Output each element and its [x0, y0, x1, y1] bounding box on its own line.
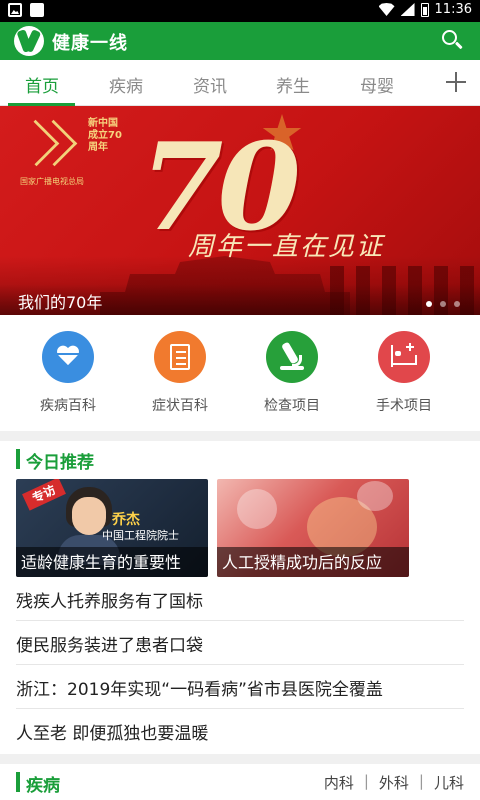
recommend-card[interactable]: 人工授精成功后的反应	[217, 479, 409, 577]
emblem-text: 新中国成立70周年	[88, 118, 122, 153]
carousel-dot[interactable]	[426, 301, 432, 307]
app-header: 健康一线	[0, 22, 480, 60]
news-title: 人至老 即便孤独也要温暖	[16, 724, 209, 744]
disease-section-header: 疾病 内科 | 外科 | 儿科	[0, 764, 480, 800]
wifi-icon	[378, 3, 395, 16]
quick-entries: 疾病百科 症状百科 检查项目 手术项目	[0, 315, 480, 431]
app-title: 健康一线	[52, 33, 128, 54]
section-divider	[0, 431, 480, 441]
entry-label: 症状百科	[152, 398, 208, 414]
banner-caption: 我们的70年	[18, 293, 103, 312]
tab-wellness[interactable]: 养生	[263, 72, 323, 97]
entry-label: 疾病百科	[40, 398, 96, 414]
signal-icon	[400, 3, 415, 16]
section-title: 今日推荐	[26, 453, 94, 473]
entry-label: 手术项目	[376, 398, 432, 414]
status-bar: 11:36	[0, 0, 480, 22]
search-icon[interactable]	[440, 28, 464, 52]
app-logo-icon	[14, 26, 44, 56]
status-time: 11:36	[434, 2, 472, 17]
tab-disease[interactable]: 疾病	[96, 72, 156, 97]
recommend-section-header: 今日推荐	[0, 441, 480, 477]
card-title: 人工授精成功后的反应	[222, 553, 383, 572]
app-notification-icon	[30, 3, 44, 17]
news-title: 残疾人托养服务有了国标	[16, 592, 203, 612]
tab-home[interactable]: 首页	[12, 72, 72, 97]
link-internal-medicine[interactable]: 内科	[324, 772, 354, 793]
category-tabs: 首页 疾病 资讯 养生 母婴	[0, 60, 480, 106]
tab-maternal[interactable]: 母婴	[347, 72, 407, 97]
anniversary-emblem: 新中国成立70周年 国家广播电视总局	[10, 114, 122, 186]
gallery-notification-icon	[8, 3, 22, 17]
card-title: 适龄健康生育的重要性	[21, 553, 182, 572]
section-title: 疾病	[26, 776, 60, 796]
person-name: 乔杰	[112, 512, 140, 528]
news-title: 便民服务装进了患者口袋	[16, 636, 203, 656]
banner-carousel[interactable]: 新中国成立70周年 国家广播电视总局 70 周年一直在见证 我们的70年	[0, 106, 480, 315]
hospital-bed-icon	[378, 331, 430, 383]
section-divider	[0, 754, 480, 764]
disease-category-links: 内科 | 外科 | 儿科	[323, 772, 464, 793]
clipboard-icon	[154, 331, 206, 383]
tab-news[interactable]: 资讯	[180, 72, 240, 97]
entry-disease-encyclopedia[interactable]: 疾病百科	[18, 331, 118, 415]
person-title: 中国工程院院士	[102, 529, 179, 542]
entry-surgeries[interactable]: 手术项目	[354, 331, 454, 415]
news-item[interactable]: 浙江：2019年实现“一码看病”省市县医院全覆盖	[16, 665, 464, 709]
entry-label: 检查项目	[264, 398, 320, 414]
emblem-subtext: 国家广播电视总局	[20, 177, 84, 186]
news-item[interactable]: 便民服务装进了患者口袋	[16, 621, 464, 665]
microscope-icon	[266, 331, 318, 383]
carousel-dot[interactable]	[440, 301, 446, 307]
link-pediatrics[interactable]: 儿科	[434, 772, 464, 793]
link-surgery[interactable]: 外科	[379, 772, 409, 793]
entry-symptom-encyclopedia[interactable]: 症状百科	[130, 331, 230, 415]
news-item[interactable]: 人至老 即便孤独也要温暖	[16, 709, 464, 753]
add-tab-icon[interactable]	[446, 72, 466, 92]
battery-icon	[420, 2, 429, 17]
recommend-card[interactable]: 专访 乔杰 中国工程院院士 适龄健康生育的重要性	[16, 479, 208, 577]
heart-pulse-icon	[42, 331, 94, 383]
carousel-dots	[426, 301, 460, 307]
banner-slogan: 周年一直在见证	[188, 232, 385, 262]
news-item[interactable]: 残疾人托养服务有了国标	[16, 577, 464, 621]
news-title: 浙江：2019年实现“一码看病”省市县医院全覆盖	[16, 680, 383, 700]
carousel-dot[interactable]	[454, 301, 460, 307]
entry-examinations[interactable]: 检查项目	[242, 331, 342, 415]
